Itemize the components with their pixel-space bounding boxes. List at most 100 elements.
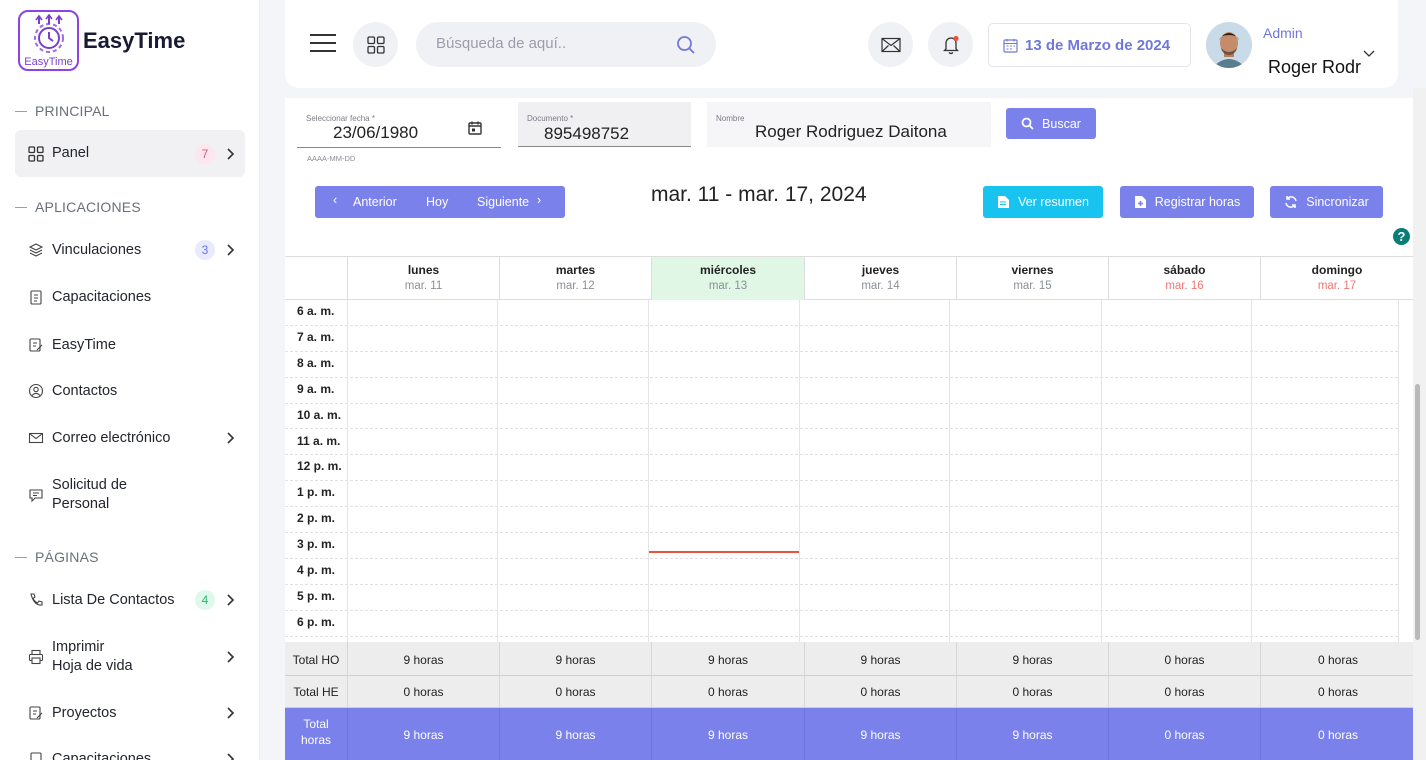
register-hours-button[interactable]: Registrar horas <box>1120 186 1254 218</box>
hour-label: 3 p. m. <box>297 537 336 552</box>
sidebar-item-label: Imprimir Hoja de vida <box>52 639 133 674</box>
hour-row[interactable]: 6 p. m. <box>285 611 1398 637</box>
day-date: mar. 11 <box>404 280 443 292</box>
hour-row[interactable]: 8 a. m. <box>285 352 1398 378</box>
brand[interactable]: EasyTime EasyTime <box>18 10 185 71</box>
hour-label: 7 a. m. <box>297 329 335 344</box>
day-name: jueves <box>861 263 900 277</box>
calendar-icon[interactable] <box>467 120 483 136</box>
hour-row[interactable]: 1 p. m. <box>285 481 1398 508</box>
sidebar-item-label: Solicitud de Personal <box>52 477 127 512</box>
sidebar-item-correo[interactable]: Correo electrónico <box>15 426 245 450</box>
table-cell: 9 horas <box>499 642 651 676</box>
calendar-icon <box>1003 38 1018 53</box>
table-cell: 9 horas <box>651 708 804 760</box>
prev-week-button[interactable]: Anterior <box>353 195 397 209</box>
table-cell: 0 horas <box>1260 708 1413 760</box>
chevron-down-icon[interactable] <box>1363 50 1375 58</box>
search-input[interactable] <box>436 35 666 52</box>
table-cell: 0 horas <box>1260 676 1413 708</box>
field-label: Seleccionar fecha * <box>306 114 375 123</box>
day-header-tuesday[interactable]: martes mar. 12 <box>499 257 651 300</box>
sidebar-item-easytime[interactable]: EasyTime <box>15 334 245 356</box>
sidebar-item-contactos[interactable]: Contactos <box>15 380 245 402</box>
chevron-right-icon <box>227 594 235 606</box>
user-avatar[interactable] <box>1206 22 1252 68</box>
totals-row-total: Total horas 9 horas 9 horas 9 horas 9 ho… <box>285 708 1413 760</box>
hour-row[interactable]: 2 p. m. <box>285 507 1398 534</box>
current-date-display[interactable]: 13 de Marzo de 2024 <box>988 23 1191 67</box>
document-field[interactable]: Documento * 895498752 <box>518 102 691 147</box>
top-header: 13 de Marzo de 2024 Admin Roger Rodr <box>285 0 1398 88</box>
sidebar-item-vinculaciones[interactable]: Vinculaciones 3 <box>15 238 245 262</box>
document-value[interactable]: 895498752 <box>544 124 629 144</box>
hour-row[interactable]: 9 a. m. <box>285 378 1398 404</box>
day-header-saturday[interactable]: sábado mar. 16 <box>1108 257 1260 300</box>
chevron-right-icon[interactable]: › <box>537 193 541 207</box>
page-scrollbar[interactable] <box>1413 88 1426 760</box>
hour-row[interactable]: 3 p. m. <box>285 533 1398 559</box>
day-name: martes <box>555 263 596 277</box>
count-badge: 7 <box>195 143 215 164</box>
help-icon[interactable]: ? <box>1393 228 1410 245</box>
hour-row[interactable]: 5 p. m. <box>285 585 1398 611</box>
name-value: Roger Rodriguez Daitona <box>755 122 947 141</box>
table-cell: 9 horas <box>499 708 651 760</box>
chevron-left-icon[interactable]: ‹ <box>333 193 337 207</box>
week-navigation: ‹ Anterior Hoy Siguiente › <box>315 186 565 218</box>
hour-row[interactable]: 6 a. m. <box>285 300 1398 326</box>
search-icon[interactable] <box>676 35 696 55</box>
search-button[interactable]: Buscar <box>1006 108 1096 139</box>
search-bar <box>416 22 716 67</box>
hour-row[interactable]: 11 a. m. <box>285 430 1398 456</box>
table-cell: 9 horas <box>347 642 499 676</box>
day-header-monday[interactable]: lunes mar. 11 <box>347 257 499 300</box>
today-button[interactable]: Hoy <box>426 195 448 209</box>
table-cell: 0 horas <box>1260 642 1413 676</box>
sidebar-item-capacitaciones-2[interactable]: Capacitaciones <box>15 748 245 760</box>
sidebar-item-solicitud-personal[interactable]: Solicitud de Personal <box>15 474 155 516</box>
gear-clock-icon <box>34 14 64 53</box>
apps-button[interactable] <box>353 22 398 67</box>
sidebar-item-imprimir-hoja[interactable]: Imprimir Hoja de vida <box>15 636 245 678</box>
table-cell: 9 horas <box>956 642 1108 676</box>
day-header-wednesday[interactable]: miércoles mar. 13 <box>651 257 804 300</box>
user-name[interactable]: Roger Rodr <box>1268 57 1361 78</box>
notifications-button[interactable] <box>928 22 973 67</box>
sidebar-item-proyectos[interactable]: Proyectos <box>15 702 245 724</box>
hour-row[interactable]: 10 a. m. <box>285 404 1398 430</box>
table-cell: 0 horas <box>651 676 804 708</box>
grid-icon <box>28 145 44 162</box>
next-week-button[interactable]: Siguiente <box>477 195 529 209</box>
sidebar-item-label: Contactos <box>52 382 118 399</box>
day-date: mar. 15 <box>1013 280 1052 292</box>
date-picker-field[interactable]: Seleccionar fecha * 23/06/1980 <box>297 102 501 148</box>
sidebar-item-lista-contactos[interactable]: Lista De Contactos 4 <box>15 588 245 612</box>
day-header-thursday[interactable]: jueves mar. 14 <box>804 257 956 300</box>
hour-row[interactable]: 4 p. m. <box>285 559 1398 585</box>
hour-label: 5 p. m. <box>297 588 336 603</box>
messages-button[interactable] <box>868 22 913 67</box>
table-cell: 0 horas <box>804 676 956 708</box>
table-cell: 9 horas <box>956 708 1108 760</box>
calendar-time-grid[interactable]: 6 a. m. 7 a. m. 8 a. m. 9 a. m. 10 a. m. 11 a… <box>285 300 1413 642</box>
day-name: lunes <box>407 263 440 277</box>
menu-toggle-icon[interactable] <box>310 34 336 52</box>
hour-label: 11 a. m. <box>297 433 341 448</box>
sidebar-item-panel[interactable]: Panel 7 <box>15 130 245 177</box>
section-paginas: PÁGINAS <box>15 549 99 565</box>
day-header-friday[interactable]: viernes mar. 15 <box>956 257 1108 300</box>
chat-icon <box>29 489 43 503</box>
hour-row[interactable]: 7 a. m. <box>285 326 1398 352</box>
sync-button[interactable]: Sincronizar <box>1270 186 1383 218</box>
sidebar-item-label: Lista De Contactos <box>52 591 175 608</box>
day-header-sunday[interactable]: domingo mar. 17 <box>1260 257 1413 300</box>
scrollbar-thumb[interactable] <box>1415 384 1420 640</box>
hour-row[interactable]: 12 p. m. <box>285 455 1398 482</box>
app-logo: EasyTime <box>18 10 79 71</box>
chevron-right-icon <box>227 432 235 444</box>
table-cell: 0 horas <box>1108 708 1260 760</box>
view-summary-button[interactable]: Ver resumen <box>983 186 1103 218</box>
date-value[interactable]: 23/06/1980 <box>333 123 418 143</box>
sidebar-item-capacitaciones[interactable]: Capacitaciones <box>15 286 245 308</box>
